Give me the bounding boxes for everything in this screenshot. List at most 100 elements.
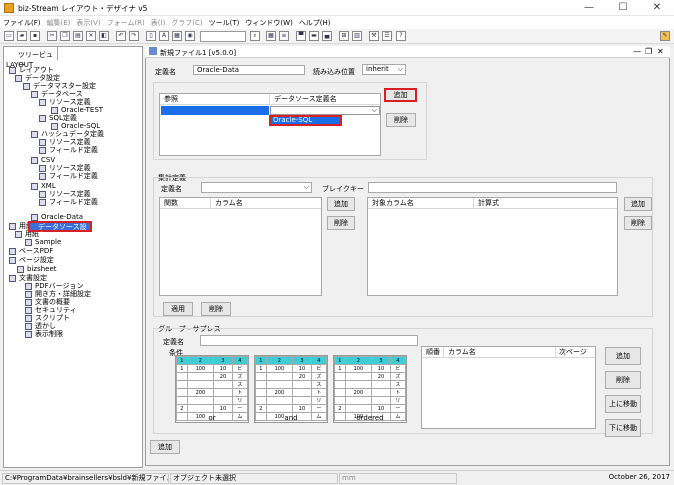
- tree-item[interactable]: XML: [41, 182, 56, 190]
- preview-icon[interactable]: ◉: [185, 31, 195, 41]
- gs-add-button[interactable]: 追加: [605, 347, 641, 365]
- bottom-add-button[interactable]: 追加: [150, 440, 180, 454]
- tree-item[interactable]: リソース定義: [49, 138, 91, 146]
- doc-minimize-button[interactable]: —: [633, 47, 641, 56]
- help-icon[interactable]: ?: [396, 31, 406, 41]
- close-button[interactable]: ✕: [640, 0, 674, 16]
- tree-item[interactable]: データ設定: [25, 74, 60, 82]
- name-label: 定義名: [155, 68, 176, 76]
- break-key-input[interactable]: [368, 182, 617, 193]
- tree-item[interactable]: 表示制限: [35, 330, 63, 338]
- align-left-icon[interactable]: ≡: [279, 31, 289, 41]
- page-icon[interactable]: ▯: [146, 31, 156, 41]
- dropdown-option[interactable]: Oracle-SQL: [269, 115, 342, 126]
- apply-button[interactable]: 適用: [163, 302, 193, 316]
- doc-restore-button[interactable]: ❐: [645, 47, 652, 56]
- maximize-button[interactable]: ☐: [606, 0, 640, 16]
- tree-item[interactable]: ベースPDF: [19, 247, 53, 255]
- tree-item[interactable]: Oracle-TEST: [61, 106, 103, 114]
- tree-item[interactable]: SQL定義: [49, 114, 77, 122]
- tree-item[interactable]: 文書の概要: [35, 298, 70, 306]
- edit-icon[interactable]: ✎: [660, 31, 670, 41]
- tree-item[interactable]: PDFバージョン: [35, 282, 84, 290]
- tree-item[interactable]: Sample: [35, 238, 61, 246]
- tree-item[interactable]: 透かし: [35, 322, 56, 330]
- gs-delete-button[interactable]: 削除: [605, 371, 641, 389]
- tree-item[interactable]: ハッシュデータ定義: [41, 130, 104, 138]
- tree-item[interactable]: CSV: [41, 156, 55, 164]
- status-path: C:¥ProgramData¥brainsellers¥bsld¥新規ファイル1…: [2, 473, 169, 484]
- menu-item[interactable]: 表(I): [148, 16, 169, 28]
- save-icon[interactable]: ▪: [30, 31, 40, 41]
- tree-item[interactable]: スクリプト: [35, 314, 70, 322]
- agg-add-button[interactable]: 追加: [327, 197, 355, 211]
- grid-icon[interactable]: ▦: [266, 31, 276, 41]
- cut-icon[interactable]: ✂: [47, 31, 57, 41]
- undo-icon[interactable]: ↶: [116, 31, 126, 41]
- tree-item[interactable]: フィールド定義: [49, 172, 98, 180]
- tree-item-selected[interactable]: データソース設定: [28, 221, 92, 239]
- tree-item[interactable]: リソース定義: [49, 164, 91, 172]
- align-bottom-icon[interactable]: ▄: [322, 31, 332, 41]
- menu-item[interactable]: ツール(T): [206, 16, 243, 28]
- menu-item[interactable]: グラフ(C): [168, 16, 205, 28]
- gs-name-input[interactable]: [200, 335, 418, 346]
- cond-and-preview[interactable]: 1 2 3 4 1 100 10 ビ 20 ズス 200 トリ 2 10 ー 100 ム: [254, 355, 328, 423]
- name-input[interactable]: Oracle-Data: [193, 65, 305, 75]
- delete-datasource-button[interactable]: 削除: [386, 113, 416, 127]
- menu-item[interactable]: ファイル(F): [0, 16, 44, 28]
- distribute-icon[interactable]: ⊞: [339, 31, 349, 41]
- tree-item[interactable]: セキュリティ: [35, 306, 77, 314]
- print-icon[interactable]: ▦: [172, 31, 182, 41]
- datasource-combo[interactable]: ⌵: [270, 106, 380, 115]
- agg-name-select[interactable]: ⌵: [201, 182, 312, 193]
- doc-close-button[interactable]: ✕: [657, 47, 664, 56]
- tool-icon[interactable]: ⚒: [369, 31, 379, 41]
- tree-item[interactable]: bizsheet: [27, 265, 57, 273]
- text-icon[interactable]: A: [159, 31, 169, 41]
- tree-item[interactable]: 開き方・詳細設定: [35, 290, 91, 298]
- mode-select[interactable]: inherit ⌵: [362, 64, 406, 75]
- agg-delete2-button[interactable]: 削除: [201, 302, 231, 316]
- delete-icon[interactable]: ✕: [86, 31, 96, 41]
- expr-delete-button[interactable]: 削除: [624, 216, 652, 230]
- menu-item[interactable]: フォーム(R): [104, 16, 148, 28]
- tree-item[interactable]: 文書設定: [19, 274, 47, 282]
- menu-item[interactable]: 表示(V): [73, 16, 103, 28]
- open-icon[interactable]: ▰: [17, 31, 27, 41]
- grid-row-selected[interactable]: [161, 106, 269, 115]
- move-down-button[interactable]: 下に移動: [605, 419, 641, 437]
- tree-item[interactable]: データベース: [41, 90, 83, 98]
- menu-item[interactable]: ヘルプ(H): [296, 16, 334, 28]
- cond-ordered-preview[interactable]: 1 2 3 4 1 100 10 ビ 20 ズス 200 トリ 2 10 ー 100 ム: [333, 355, 407, 423]
- minimize-button[interactable]: —: [572, 0, 606, 16]
- tree-item[interactable]: リソース定義: [49, 190, 91, 198]
- new-file-icon[interactable]: ▭: [4, 31, 14, 41]
- zoom-icon[interactable]: ⌕: [250, 31, 260, 41]
- tree-item[interactable]: レイアウト: [19, 66, 54, 74]
- align-top-icon[interactable]: ▀: [296, 31, 306, 41]
- add-datasource-button[interactable]: 追加: [384, 88, 417, 102]
- zoom-select[interactable]: [200, 31, 246, 42]
- tree-item[interactable]: ページ設定: [19, 256, 54, 264]
- align-center-icon[interactable]: ▬: [309, 31, 319, 41]
- menu-item[interactable]: 編集(E): [44, 16, 74, 28]
- tree-item[interactable]: リソース定義: [49, 98, 91, 106]
- list-icon[interactable]: ☰: [382, 31, 392, 41]
- format-icon[interactable]: ◧: [99, 31, 109, 41]
- tree-item[interactable]: フィールド定義: [49, 198, 98, 206]
- layer-icon[interactable]: ▥: [352, 31, 362, 41]
- cond-or-preview[interactable]: 1 2 3 4 1 100 10 ビ 20 ズス 200 トリ 2 10 ー 100 ム: [175, 355, 249, 423]
- agg-delete-button[interactable]: 削除: [327, 216, 355, 230]
- tree-item[interactable]: データマスター設定: [33, 82, 96, 90]
- expr-add-button[interactable]: 追加: [624, 197, 652, 211]
- tree-item[interactable]: フィールド定義: [49, 146, 98, 154]
- paste-icon[interactable]: ▤: [73, 31, 83, 41]
- tree-item[interactable]: Oracle-SQL: [61, 122, 100, 130]
- tree-tab[interactable]: ツリービュー: [3, 46, 58, 69]
- menu-item[interactable]: ウィンドウ(W): [242, 16, 295, 28]
- copy-icon[interactable]: ❐: [60, 31, 70, 41]
- move-up-button[interactable]: 上に移動: [605, 395, 641, 413]
- tree-item[interactable]: Oracle-Data: [41, 213, 83, 221]
- redo-icon[interactable]: ↷: [129, 31, 139, 41]
